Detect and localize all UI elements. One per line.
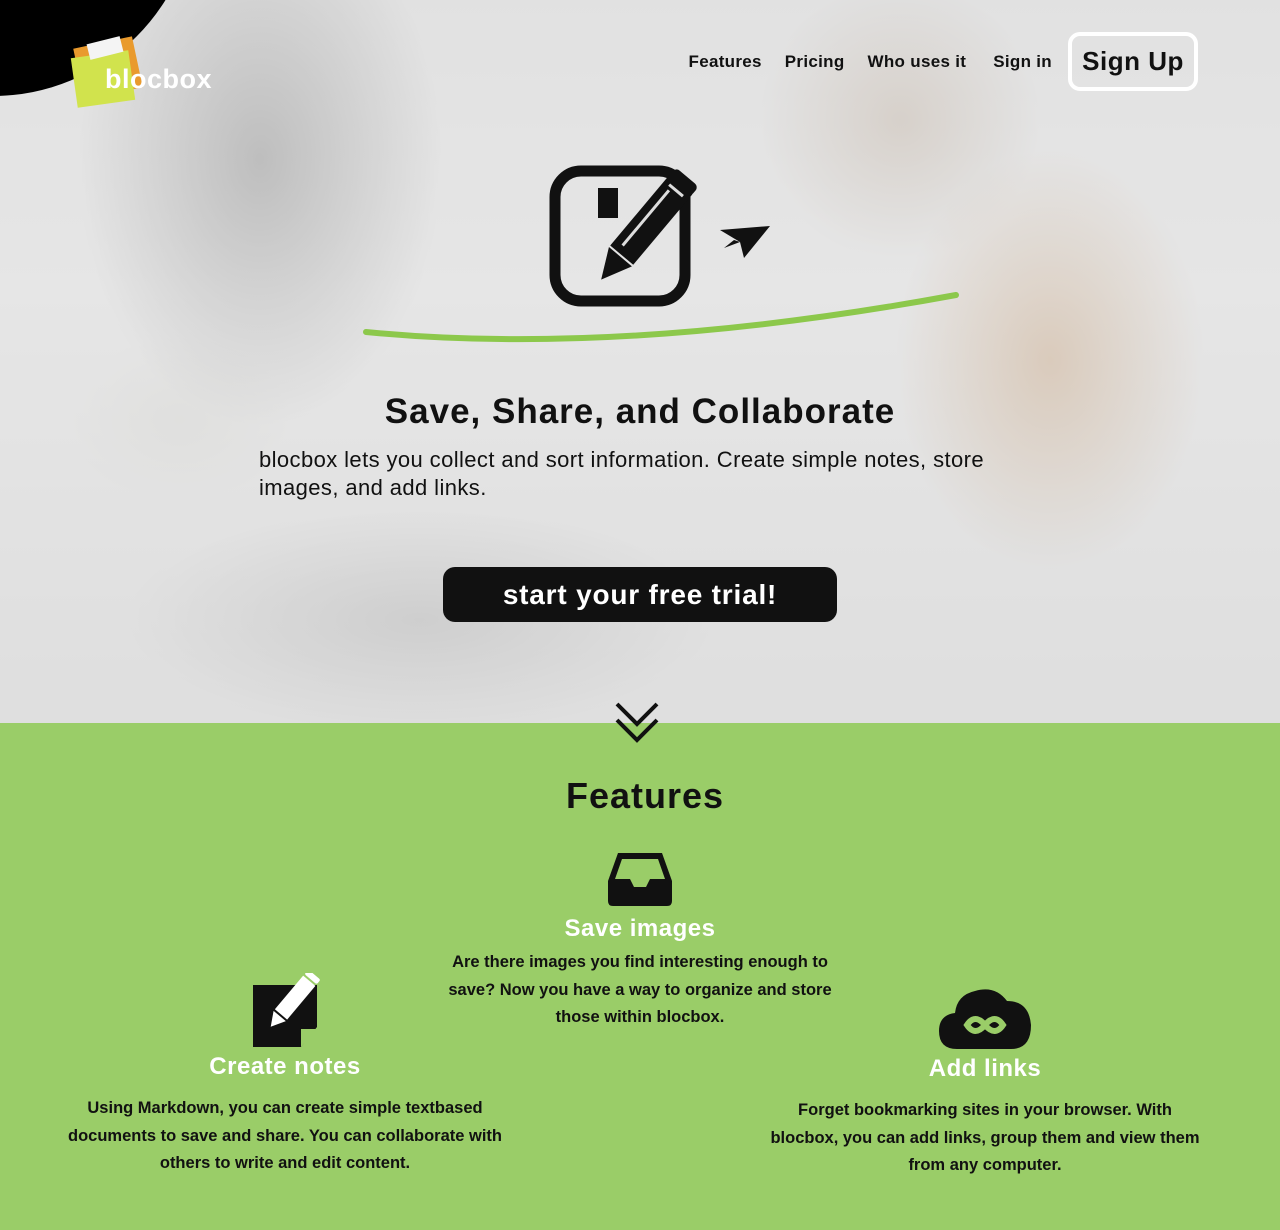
cloud-link-icon [939, 989, 1031, 1049]
brand-name: blocbox [105, 64, 213, 94]
feature-title: Save images [564, 915, 716, 942]
free-trial-button[interactable]: start your free trial! [443, 567, 837, 622]
nav-link-sign-in[interactable]: Sign in [993, 52, 1052, 72]
features-section: Features Save images Are there images yo… [0, 723, 1280, 1230]
sign-up-button[interactable]: Sign Up [1068, 32, 1198, 91]
inbox-tray-icon [608, 853, 672, 906]
brand-logo[interactable]: blocbox [70, 36, 232, 108]
feature-title: Create notes [209, 1053, 361, 1080]
hero-title: Save, Share, and Collaborate [384, 392, 896, 431]
nav-link-features[interactable]: Features [689, 52, 762, 72]
hero-section: blocbox Features Pricing Who uses it Sig… [0, 0, 1280, 723]
nav-link-who-uses-it[interactable]: Who uses it [868, 52, 967, 72]
feature-description: Using Markdown, you can create simple te… [67, 1099, 502, 1172]
hero-description: blocbox lets you collect and sort inform… [259, 447, 984, 500]
feature-title: Add links [928, 1055, 1042, 1082]
main-nav: Features Pricing Who uses it Sign in Sig… [689, 32, 1198, 91]
feature-add-links: Add links Forget bookmarking sites in yo… [770, 983, 1200, 1180]
hero-curve-line [363, 292, 959, 343]
features-heading: Features [565, 775, 725, 816]
feature-description: Forget bookmarking sites in your browser… [770, 1101, 1200, 1174]
nav-link-pricing[interactable]: Pricing [785, 52, 845, 72]
note-pencil-icon [253, 973, 320, 1047]
feature-create-notes: Create notes Using Markdown, you can cre… [60, 973, 510, 1178]
double-chevron-down-icon[interactable] [613, 700, 661, 748]
